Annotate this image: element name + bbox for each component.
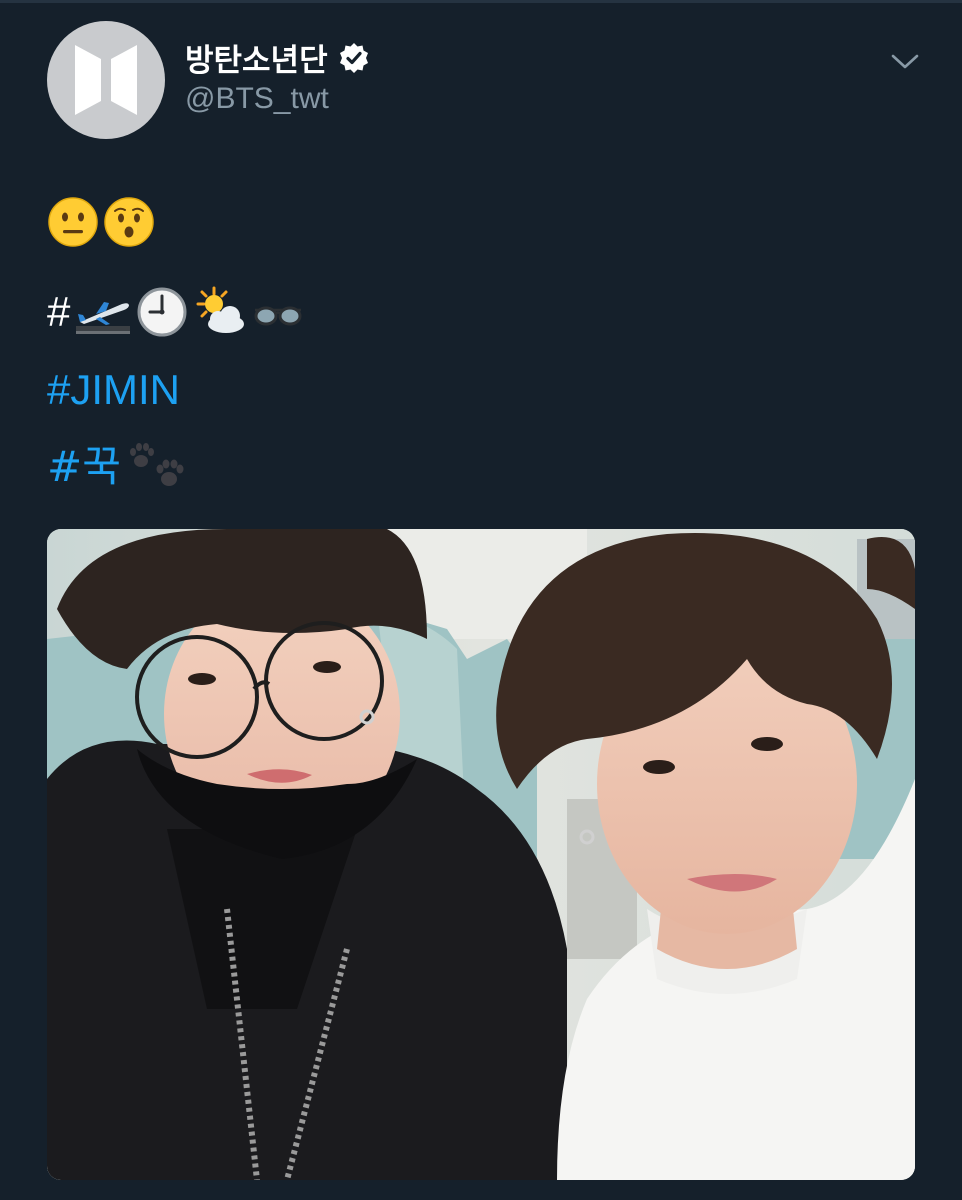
neutral-face-emoji	[48, 197, 98, 247]
tweet-line-hash-emojis: #	[47, 286, 304, 338]
author-handle[interactable]: @BTS_twt	[185, 82, 329, 116]
tweet-photo[interactable]	[47, 529, 915, 1180]
selfie-photo-image	[47, 529, 915, 1180]
glasses-emoji	[254, 306, 302, 326]
clock-emoji	[137, 287, 187, 337]
paw-prints-emoji	[129, 443, 184, 486]
author-name-row: 방탄소년단	[185, 35, 370, 80]
airplane-departure-emoji	[76, 302, 131, 334]
chevron-down-icon[interactable]	[889, 50, 921, 74]
bts-logo-icon	[75, 45, 137, 115]
verified-badge-icon	[339, 42, 368, 73]
hashtag-jimin[interactable]: #JIMIN	[47, 369, 180, 411]
sun-behind-cloud-emoji	[196, 286, 245, 333]
hashtag-kook[interactable]: #꾹	[47, 446, 121, 488]
avatar[interactable]	[47, 21, 165, 139]
top-divider	[0, 0, 962, 3]
tweet-line-emojis	[47, 196, 155, 248]
hashtag-kook-row[interactable]: #꾹	[47, 443, 189, 491]
hushed-face-emoji	[104, 197, 154, 247]
display-name[interactable]: 방탄소년단	[185, 35, 328, 80]
hash-symbol: #	[47, 288, 71, 335]
